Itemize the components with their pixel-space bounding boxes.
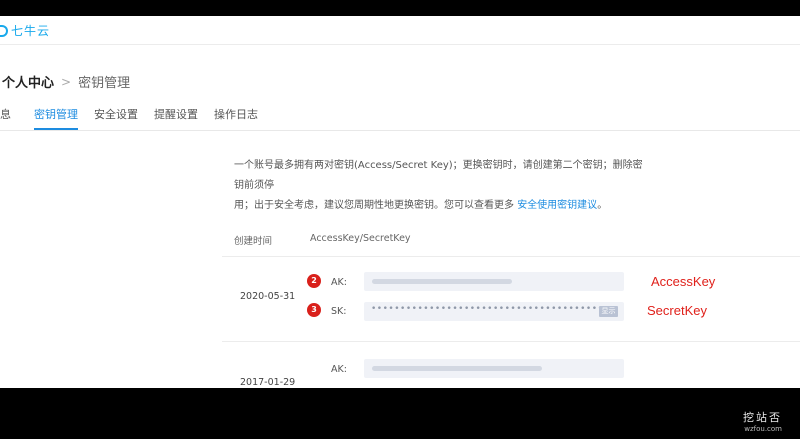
description-line-2-text: 用；出于安全考虑，建议您周期性地更换密钥。您可以查看更多 bbox=[234, 200, 518, 211]
tab-security-settings[interactable]: 安全设置 bbox=[94, 108, 138, 130]
row-1-sk-label: SK: bbox=[331, 306, 347, 317]
top-header: 七牛云 bbox=[0, 16, 800, 45]
description-line-2-end: 。 bbox=[597, 200, 608, 211]
top-black-bar bbox=[0, 0, 800, 16]
masked-secret-key: •••••••••••••••••••••••••••••••••••••••• bbox=[371, 304, 604, 314]
breadcrumb-current: 密钥管理 bbox=[78, 76, 131, 91]
row-divider bbox=[222, 341, 800, 342]
breadcrumb: 个人中心 > 密钥管理 bbox=[2, 72, 131, 92]
row-2-date: 2017-01-29 bbox=[240, 377, 296, 388]
security-advice-link[interactable]: 安全使用密钥建议 bbox=[517, 200, 597, 211]
chevron-right-icon: > bbox=[61, 74, 72, 89]
watermark-domain: wzfou.com bbox=[744, 425, 782, 433]
key-policy-description: 一个账号最多拥有两对密钥(Access/Secret Key)；更换密钥时，请创… bbox=[234, 156, 644, 216]
description-line-1: 一个账号最多拥有两对密钥(Access/Secret Key)；更换密钥时，请创… bbox=[234, 160, 643, 191]
logo-text: 七牛云 bbox=[11, 24, 51, 38]
annotation-secretkey: SecretKey bbox=[647, 303, 707, 318]
logo[interactable]: 七牛云 bbox=[0, 22, 50, 39]
tab-reminder-settings[interactable]: 提醒设置 bbox=[154, 108, 198, 130]
show-secret-button[interactable]: 显示 bbox=[599, 306, 618, 317]
row-2-access-key-field[interactable] bbox=[364, 359, 624, 378]
description-line-2: 用；出于安全考虑，建议您周期性地更换密钥。您可以查看更多 安全使用密钥建议。 bbox=[234, 196, 644, 216]
annotation-badge-3: 3 bbox=[307, 303, 321, 317]
tab-bar: 息 密钥管理 安全设置 提醒设置 操作日志 bbox=[0, 108, 800, 131]
qiniu-logo-icon bbox=[0, 24, 8, 37]
header-divider bbox=[222, 256, 800, 257]
row-2-ak-label: AK: bbox=[331, 364, 347, 375]
annotation-badge-2: 2 bbox=[307, 274, 321, 288]
column-access-secret-key: AccessKey/SecretKey bbox=[310, 233, 411, 244]
annotation-accesskey: AccessKey bbox=[651, 274, 716, 289]
column-created-time: 创建时间 bbox=[234, 236, 273, 247]
bottom-black-bar: 挖站否 wzfou.com bbox=[0, 388, 800, 439]
watermark-text: 挖站否 bbox=[743, 411, 782, 424]
row-1-date: 2020-05-31 bbox=[240, 291, 296, 302]
tab-key-management[interactable]: 密钥管理 bbox=[34, 108, 78, 130]
tab-info[interactable]: 息 bbox=[0, 108, 11, 130]
console-page: 七牛云 个人中心 > 密钥管理 息 密钥管理 安全设置 提醒设置 操作日志 一个… bbox=[0, 16, 800, 388]
blurred-access-key bbox=[372, 366, 542, 371]
blurred-access-key bbox=[372, 279, 512, 284]
breadcrumb-root[interactable]: 个人中心 bbox=[2, 72, 54, 91]
row-1-secret-key-field[interactable]: ••••••••••••••••••••••••••••••••••••••••… bbox=[364, 302, 624, 321]
tab-operation-log[interactable]: 操作日志 bbox=[214, 108, 258, 130]
row-1-access-key-field[interactable] bbox=[364, 272, 624, 291]
row-1-ak-label: AK: bbox=[331, 277, 347, 288]
